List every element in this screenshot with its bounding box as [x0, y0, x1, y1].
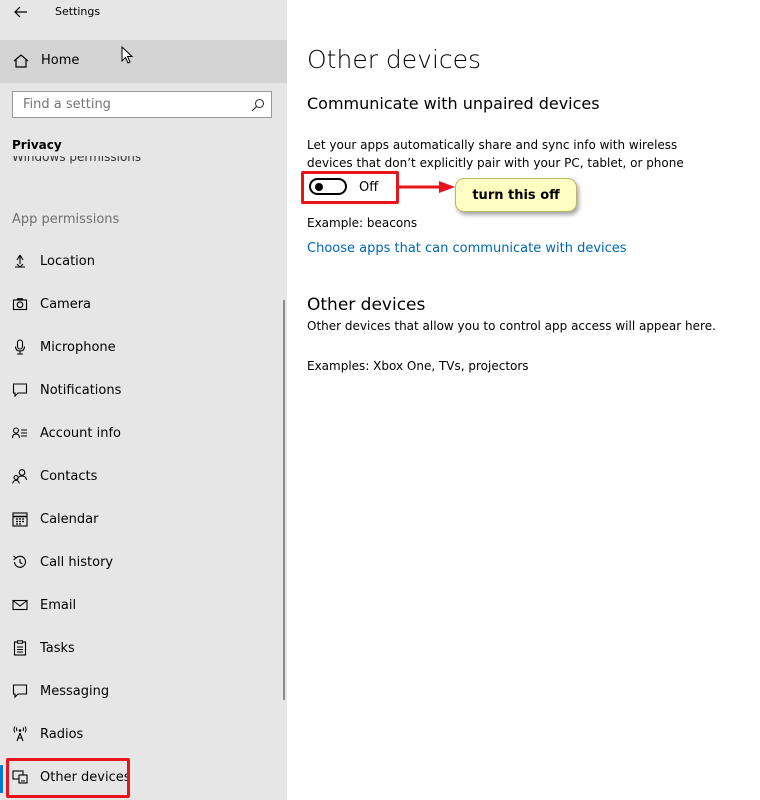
sidebar-item-label: Messaging: [40, 684, 110, 699]
camera-icon: [12, 298, 28, 311]
sidebar-item-label: Camera: [40, 297, 92, 312]
app-permissions-header: App permissions: [12, 212, 120, 227]
callout-text: turn this off: [472, 188, 560, 203]
sidebar-item-calendar[interactable]: Calendar: [0, 499, 287, 542]
annotation-highlight-other-devices: [6, 758, 130, 798]
radios-icon: [13, 726, 27, 742]
sidebar-scrollbar[interactable]: [283, 300, 285, 700]
call-history-icon: [13, 555, 27, 568]
page-title: Other devices: [307, 45, 482, 74]
tasks-icon: [13, 640, 27, 656]
unpaired-description: Let your apps automatically share and sy…: [307, 138, 684, 170]
windows-permissions-label: Windows permissions: [12, 156, 142, 164]
notifications-icon: [12, 383, 28, 398]
main-content: Other devices Communicate with unpaired …: [287, 0, 760, 800]
sidebar-item-label: Microphone: [40, 340, 116, 355]
email-icon: [12, 599, 28, 611]
search-icon[interactable]: [251, 98, 265, 112]
annotation-highlight-toggle: [301, 171, 399, 204]
annotation-callout: turn this off: [455, 178, 577, 212]
microphone-icon: [14, 339, 26, 355]
sidebar-item-radios[interactable]: Radios: [0, 714, 287, 757]
other-devices-heading: Other devices: [307, 295, 426, 315]
sidebar-item-label: Account info: [40, 426, 122, 441]
other-devices-examples: Examples: Xbox One, TVs, projectors: [307, 359, 529, 373]
search-box[interactable]: [12, 91, 272, 118]
home-label: Home: [41, 53, 80, 68]
sidebar-item-label: Tasks: [40, 641, 75, 656]
contacts-icon: [12, 469, 28, 484]
example-beacons: Example: beacons: [307, 216, 418, 230]
sidebar-item-account-info[interactable]: Account info: [0, 413, 287, 456]
account-info-icon: [12, 427, 27, 439]
choose-apps-link[interactable]: Choose apps that can communicate with de…: [307, 241, 627, 256]
mouse-cursor-icon: [121, 46, 134, 64]
sidebar: Settings Home Privacy Windows permission…: [0, 0, 287, 800]
sidebar-item-contacts[interactable]: Contacts: [0, 456, 287, 499]
section-heading-unpaired: Communicate with unpaired devices: [307, 94, 600, 113]
sidebar-item-call-history[interactable]: Call history: [0, 542, 287, 585]
back-arrow-icon[interactable]: [12, 3, 30, 21]
app-title: Settings: [55, 5, 101, 18]
sidebar-item-microphone[interactable]: Microphone: [0, 327, 287, 370]
sidebar-item-label: Notifications: [40, 383, 122, 398]
sidebar-item-email[interactable]: Email: [0, 585, 287, 628]
location-icon: [15, 254, 25, 268]
sidebar-item-label: Radios: [40, 727, 84, 742]
sidebar-item-label: Location: [40, 254, 95, 269]
windows-permissions-item[interactable]: Windows permissions: [12, 156, 272, 167]
search-input[interactable]: [23, 97, 243, 112]
home-nav-item[interactable]: Home: [0, 40, 287, 83]
sidebar-item-tasks[interactable]: Tasks: [0, 628, 287, 671]
sidebar-item-label: Email: [40, 598, 77, 613]
sidebar-item-notifications[interactable]: Notifications: [0, 370, 287, 413]
calendar-icon: [12, 512, 28, 527]
sidebar-item-label: Calendar: [40, 512, 99, 527]
selection-indicator: [0, 765, 3, 793]
sidebar-item-label: Call history: [40, 555, 114, 570]
home-icon: [13, 54, 29, 68]
title-bar: Settings: [0, 0, 287, 28]
sidebar-item-location[interactable]: Location: [0, 241, 287, 284]
messaging-icon: [12, 684, 28, 699]
sidebar-item-camera[interactable]: Camera: [0, 284, 287, 327]
other-devices-description: Other devices that allow you to control …: [307, 319, 716, 333]
annotation-arrow-icon: [399, 181, 455, 193]
sidebar-item-label: Contacts: [40, 469, 98, 484]
sidebar-item-messaging[interactable]: Messaging: [0, 671, 287, 714]
privacy-section-header: Privacy: [12, 138, 62, 152]
